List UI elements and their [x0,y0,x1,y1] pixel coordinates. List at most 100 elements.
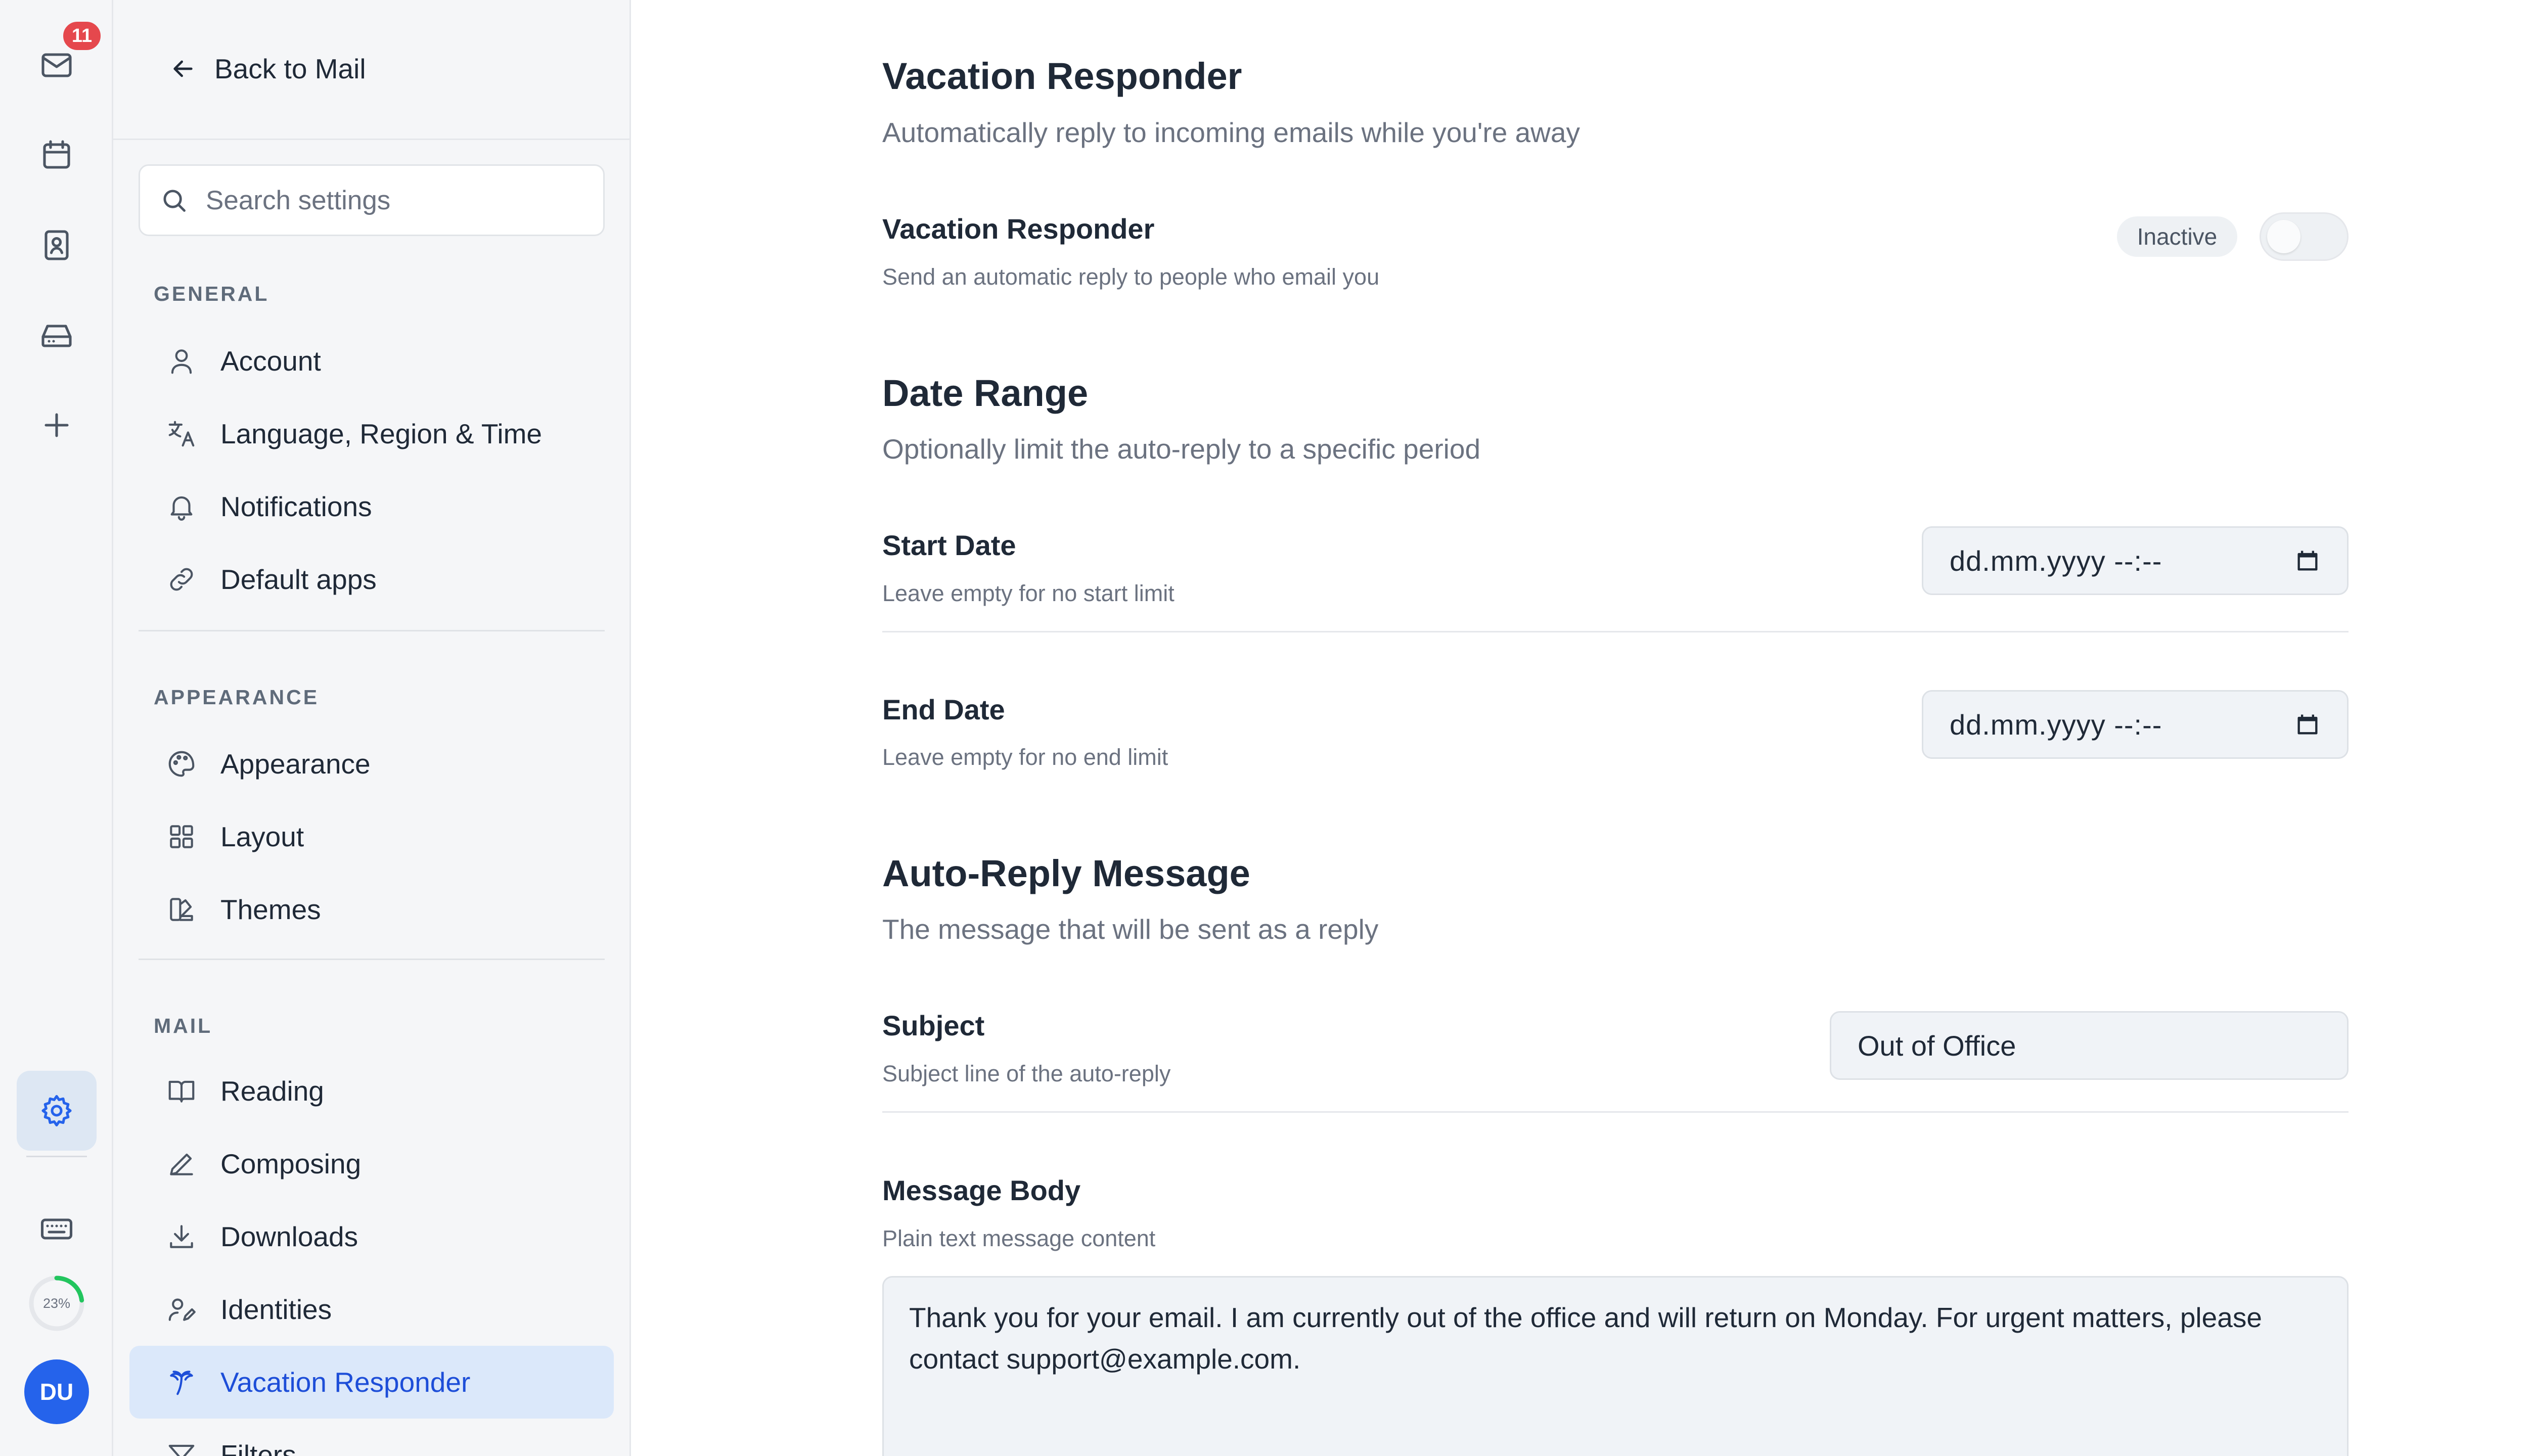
keyboard-shortcuts-button[interactable] [17,1189,97,1269]
section-divider [139,959,605,960]
start-date-input[interactable]: dd.mm.yyyy --:-- [1922,526,2349,595]
sidebar-item-label: Layout [220,821,304,852]
settings-search[interactable] [139,164,605,236]
status-badge: Inactive [2117,216,2237,257]
unread-badge: 11 [61,19,103,53]
section-title-date-range: Date Range [882,372,1089,414]
sidebar-item-account[interactable]: Account [129,325,614,397]
storage-usage-indicator[interactable]: 23% [26,1273,87,1334]
book-icon [168,1080,195,1103]
sidebar-item-label: Downloads [220,1221,358,1252]
sidebar-item-label: Language, Region & Time [220,418,542,449]
keyboard-icon [40,1218,73,1240]
section-subtitle-auto-reply: The message that will be sent as a reply [882,914,1379,945]
sidebar-item-composing[interactable]: Composing [129,1127,614,1200]
translate-icon [168,421,195,447]
sidebar-item-themes[interactable]: Themes [129,873,614,946]
calendar-nav-button[interactable] [17,115,97,195]
sidebar-item-layout[interactable]: Layout [129,800,614,873]
row-divider [882,631,2349,632]
storage-percent: 23% [42,1295,71,1311]
vacation-toggle-subtitle: Send an automatic reply to people who em… [882,264,1380,290]
sidebar-item-label: Composing [220,1148,362,1179]
section-subtitle-vacation: Automatically reply to incoming emails w… [882,117,1580,148]
back-to-mail-label: Back to Mail [214,53,366,84]
end-date-title: End Date [882,694,1005,725]
sidebar-item-label: Identities [220,1294,332,1325]
palette-icon [168,751,195,777]
sidebar-item-downloads[interactable]: Downloads [129,1200,614,1273]
sidebar-item-label: Account [220,345,321,377]
subject-title: Subject [882,1010,985,1041]
settings-sidebar: Back to Mail GENERAL Account Language, R… [113,0,631,1456]
pen-icon [170,1153,193,1175]
settings-main-panel: Vacation Responder Automatically reply t… [633,0,2528,1456]
sidebar-item-default-apps[interactable]: Default apps [129,543,614,616]
section-title-auto-reply: Auto-Reply Message [882,852,1250,894]
end-date-subtitle: Leave empty for no end limit [882,744,1168,770]
app-rail: 11 23% DU [0,0,113,1456]
rail-divider [26,1156,87,1157]
search-icon [163,190,186,212]
sidebar-header-divider [113,139,629,140]
start-date-subtitle: Leave empty for no start limit [882,580,1175,606]
swatch-icon [170,898,193,921]
link-icon [170,568,193,591]
user-icon [171,349,192,374]
add-account-button[interactable] [17,385,97,465]
sidebar-item-filters[interactable]: Filters [129,1419,614,1456]
sidebar-item-label: Notifications [220,491,372,522]
end-date-input[interactable]: dd.mm.yyyy --:-- [1922,690,2349,759]
avatar[interactable]: DU [24,1359,89,1424]
inbox-tray-icon [41,325,72,347]
back-to-mail-link[interactable]: Back to Mail [169,49,366,89]
settings-nav-button[interactable] [17,1071,97,1151]
message-body-title: Message Body [882,1174,1081,1206]
sidebar-item-label: Themes [220,894,321,925]
row-divider [882,1111,2349,1113]
inbox-tray-nav-button[interactable] [17,295,97,375]
calendar-picker-icon[interactable] [2294,548,2321,574]
vacation-toggle-title: Vacation Responder [882,213,1155,245]
sidebar-item-notifications[interactable]: Notifications [129,470,614,543]
identity-icon [168,1298,196,1321]
sidebar-item-appearance[interactable]: Appearance [129,727,614,800]
grid-icon [170,825,193,848]
contacts-nav-button[interactable] [17,205,97,285]
sidebar-item-vacation-responder[interactable]: Vacation Responder [129,1346,614,1419]
section-subtitle-date-range: Optionally limit the auto-reply to a spe… [882,433,1481,465]
end-date-value: dd.mm.yyyy --:-- [1950,708,2162,741]
vacation-responder-toggle[interactable] [2260,212,2349,261]
sidebar-item-language[interactable]: Language, Region & Time [129,397,614,470]
section-label-appearance: APPEARANCE [154,686,320,709]
mail-icon [41,53,72,77]
section-divider [139,630,605,631]
message-body-textarea[interactable]: Thank you for your email. I am currently… [882,1276,2349,1456]
contacts-icon [44,230,69,260]
palm-tree-icon [170,1371,193,1395]
filter-icon [168,1444,195,1456]
calendar-picker-icon[interactable] [2294,711,2321,738]
sidebar-item-label: Vacation Responder [220,1367,471,1398]
section-title-vacation: Vacation Responder [882,55,1242,97]
toggle-knob [2267,220,2300,253]
section-label-mail: MAIL [154,1014,213,1037]
bell-icon [170,496,193,521]
section-label-general: GENERAL [154,282,269,305]
message-body-subtitle: Plain text message content [882,1225,1156,1251]
sidebar-item-identities[interactable]: Identities [129,1273,614,1346]
subject-input[interactable]: Out of Office [1830,1011,2349,1080]
download-icon [170,1225,193,1248]
sidebar-item-reading[interactable]: Reading [129,1055,614,1127]
sidebar-item-label: Reading [220,1075,324,1107]
start-date-value: dd.mm.yyyy --:-- [1950,544,2162,577]
sidebar-item-label: Default apps [220,564,377,595]
sidebar-item-label: Filters [220,1439,296,1456]
plus-icon [44,413,69,437]
calendar-icon [43,140,70,169]
arrow-left-icon [173,60,193,77]
start-date-title: Start Date [882,529,1016,561]
search-input[interactable] [206,185,590,216]
subject-subtitle: Subject line of the auto-reply [882,1061,1171,1086]
gear-icon [41,1095,72,1127]
